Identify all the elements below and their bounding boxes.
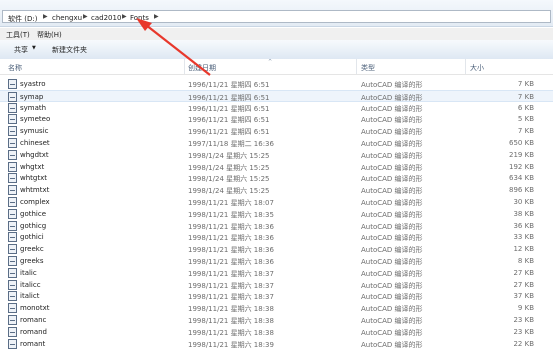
- annotation-arrow: [136, 18, 211, 76]
- arrow-shaft: [145, 24, 211, 76]
